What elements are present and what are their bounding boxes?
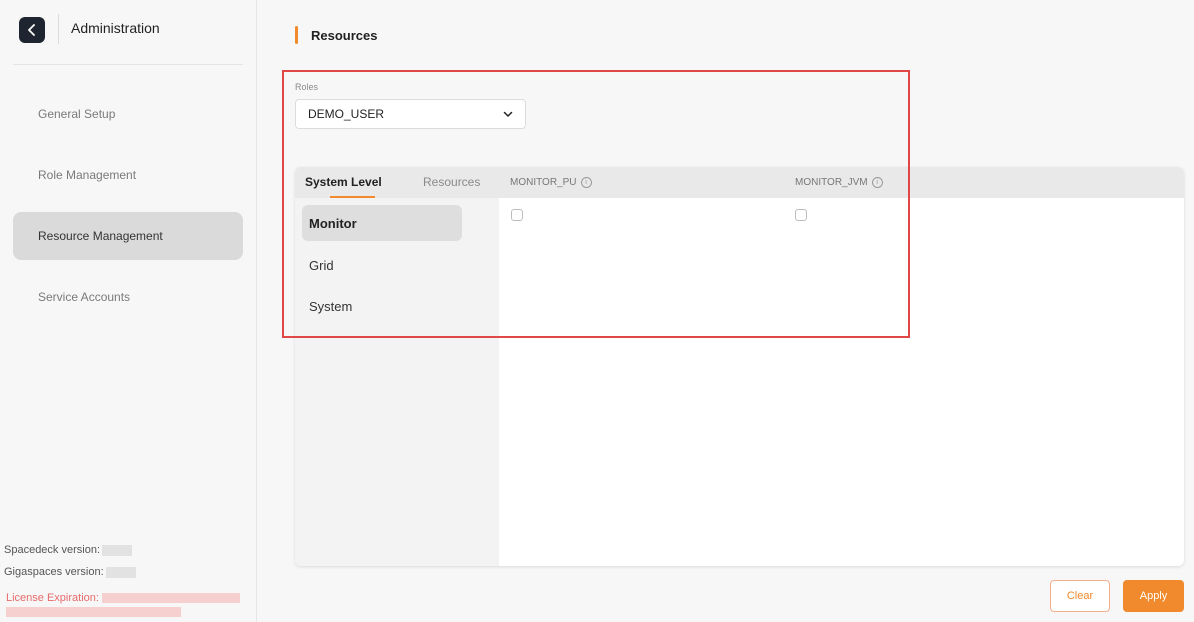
roles-dropdown[interactable]: DEMO_USER [295,99,526,129]
category-item-system[interactable]: System [302,288,462,324]
active-tab-underline [330,196,375,198]
roles-label: Roles [295,82,319,92]
spacedeck-version: Spacedeck version: [4,544,132,556]
sidebar-divider [13,64,243,65]
spacedeck-version-label: Spacedeck version: [4,544,100,556]
license-expiration-label: License Expiration: [6,592,99,604]
sidebar-item-label: Role Management [38,168,137,182]
tab-resources[interactable]: Resources [423,175,480,189]
sidebar: Administration General Setup Role Manage… [0,0,257,622]
sidebar-item-label: Resource Management [38,229,163,243]
chevron-left-icon [28,24,35,36]
column-header-monitor-jvm: MONITOR_JVM i [795,177,883,188]
category-item-label: Monitor [309,215,357,231]
category-item-label: Grid [309,257,334,273]
tab-system-level[interactable]: System Level [305,175,382,189]
chevron-down-icon [503,111,513,117]
app-root: Administration General Setup Role Manage… [0,0,1194,622]
gigaspaces-version: Gigaspaces version: [4,566,136,578]
sidebar-item-label: Service Accounts [38,290,131,304]
redacted-value [102,544,132,556]
category-item-grid[interactable]: Grid [302,247,462,283]
clear-button[interactable]: Clear [1050,580,1110,612]
info-icon[interactable]: i [580,177,592,188]
title-accent-bar [295,26,298,44]
sidebar-item-resource-management[interactable]: Resource Management [13,212,243,260]
sidebar-item-label: General Setup [38,107,116,121]
column-header-label: MONITOR_PU [510,177,577,188]
column-header-monitor-pu: MONITOR_PU i [510,177,592,188]
redacted-value [105,566,136,578]
category-item-monitor[interactable]: Monitor [302,205,462,241]
sidebar-item-role-management[interactable]: Role Management [13,151,243,199]
monitor-jvm-checkbox[interactable] [795,209,807,221]
gigaspaces-version-label: Gigaspaces version: [4,566,104,578]
sidebar-item-service-accounts[interactable]: Service Accounts [13,273,243,321]
category-item-label: System [309,298,353,314]
page-title: Resources [311,28,378,43]
roles-selected-value: DEMO_USER [308,107,385,121]
license-expiration: License Expiration: [6,591,251,619]
app-title: Administration [71,20,160,36]
redacted-value [102,593,241,604]
sidebar-item-general-setup[interactable]: General Setup [13,90,243,138]
apply-button[interactable]: Apply [1123,580,1184,612]
main-content: Resources Roles DEMO_USER System Level R… [258,0,1194,622]
info-icon[interactable]: i [871,177,883,188]
header-divider [58,14,59,44]
permissions-panel: System Level Resources MONITOR_PU i MONI… [295,167,1184,566]
back-button[interactable] [19,17,45,43]
redacted-value [6,607,181,618]
column-header-label: MONITOR_JVM [795,177,868,188]
monitor-pu-checkbox[interactable] [511,209,523,221]
